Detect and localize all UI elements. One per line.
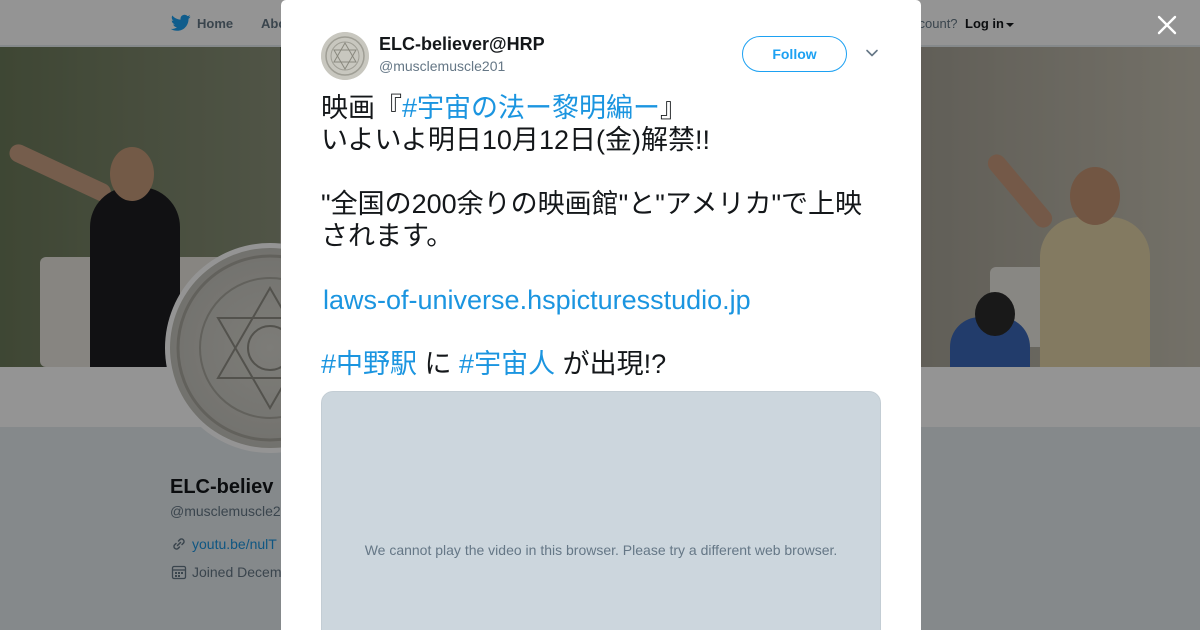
tweet-line-3: "全国の200余りの映画館"と"アメリカ"で上映 bbox=[321, 189, 863, 219]
tweet-modal: ELC-believer@HRP @musclemuscle201 Follow… bbox=[281, 0, 921, 630]
tweet-line-gap bbox=[321, 252, 886, 284]
tweet-line-5: laws-of-universe.hspicturesstudio.jp bbox=[321, 284, 886, 316]
tweet-line-4: されます。 bbox=[321, 221, 454, 251]
close-icon[interactable] bbox=[1152, 10, 1182, 40]
tweet-text-connector: に bbox=[417, 349, 460, 379]
tweet-url-link[interactable]: laws-of-universe.hspicturesstudio.jp bbox=[323, 285, 751, 315]
follow-button[interactable]: Follow bbox=[742, 36, 847, 72]
tweet-text-suffix: 』 bbox=[660, 93, 688, 123]
video-player[interactable]: We cannot play the video in this browser… bbox=[321, 391, 881, 630]
tweet-author-name[interactable]: ELC-believer@HRP bbox=[379, 34, 545, 55]
hashtag-link[interactable]: #中野駅 bbox=[321, 349, 417, 379]
tweet-text-ending: が出現!? bbox=[555, 349, 667, 379]
tweet-line-6: #中野駅 に #宇宙人 が出現!? bbox=[321, 348, 886, 380]
tweet-line-1: 映画『#宇宙の法ー黎明編ー』 bbox=[321, 92, 886, 124]
tweet-text: 映画『#宇宙の法ー黎明編ー』 いよいよ明日10月12日(金)解禁!! "全国の2… bbox=[321, 92, 886, 380]
tweet-line-2: いよいよ明日10月12日(金)解禁!! bbox=[321, 125, 710, 155]
tweet-line-gap bbox=[321, 156, 886, 188]
seal-emblem-icon bbox=[321, 32, 369, 80]
tweet-author-handle[interactable]: @musclemuscle201 bbox=[379, 58, 505, 74]
chevron-down-icon[interactable] bbox=[865, 48, 879, 58]
tweet-text-prefix: 映画『 bbox=[321, 93, 402, 123]
tweet-line-gap bbox=[321, 316, 886, 348]
video-error-message: We cannot play the video in this browser… bbox=[364, 542, 838, 558]
tweet-author-avatar[interactable] bbox=[321, 32, 369, 80]
hashtag-link[interactable]: #宇宙人 bbox=[459, 349, 555, 379]
hashtag-link[interactable]: #宇宙の法ー黎明編ー bbox=[402, 93, 660, 123]
